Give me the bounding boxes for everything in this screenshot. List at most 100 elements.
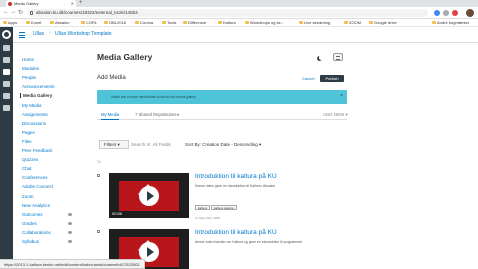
course-nav-item[interactable]: Assignments [22, 112, 48, 117]
bookmark-item[interactable]: Tools [162, 19, 176, 27]
bookmark-item[interactable]: Andre bogmærker [432, 19, 469, 27]
dashboard-icon[interactable] [3, 57, 10, 63]
profile-avatar[interactable] [466, 9, 474, 17]
new-tab-icon[interactable]: + [79, 0, 83, 7]
bookmark-item[interactable]: Kaltura [218, 19, 236, 27]
course-nav-item[interactable]: Home [22, 57, 34, 62]
tab-shared-repositories[interactable]: 7 Shared Repositories [135, 112, 176, 117]
media-title[interactable]: Introduktion til kaltura på KU [195, 229, 277, 236]
chevron-down-icon[interactable]: ▾ [177, 112, 179, 117]
info-alert: Select one or more media items to add to… [97, 90, 347, 104]
breadcrumb-course[interactable]: Ullas [33, 31, 44, 37]
course-nav-item[interactable]: Outcomes [22, 212, 43, 217]
course-nav-item[interactable]: Modules [22, 66, 39, 71]
course-nav-item[interactable]: Discussions [22, 121, 46, 126]
course-nav-item[interactable]: People [22, 75, 36, 80]
bookmark-item[interactable]: Apps [3, 19, 17, 27]
menu-toggle-icon[interactable] [19, 32, 25, 38]
extension-icon[interactable] [434, 10, 440, 16]
url-text: absalon.ku.dk/courses/18322/external_too… [36, 10, 138, 15]
extension-icon[interactable] [452, 10, 458, 16]
course-nav-item[interactable]: Peer Feedback [22, 148, 53, 153]
close-tab-icon[interactable]: ✕ [71, 0, 74, 7]
reload-icon[interactable]: ↻ [18, 9, 23, 16]
media-tabs: My Media 7 Shared Repositories ▾ ADD NEW… [97, 110, 348, 120]
course-nav-item[interactable]: Syllabus [22, 239, 39, 244]
bookmark-item[interactable]: Google drive [369, 19, 397, 27]
lock-icon [30, 11, 33, 15]
publish-button[interactable]: Publish [320, 75, 344, 82]
breadcrumb-page[interactable]: Ullas Workshop Template [55, 31, 112, 37]
select-checkbox[interactable] [97, 174, 100, 177]
bookmark-item[interactable]: ZOOM [344, 19, 361, 27]
sort-dropdown[interactable]: Sort By: Creation Date - Descending ▾ [185, 142, 261, 148]
global-navigation [0, 27, 13, 269]
add-new-label: ADD NEW [323, 112, 345, 117]
cancel-button[interactable]: Cancel [302, 76, 314, 81]
message-button[interactable] [333, 53, 343, 61]
browser-tab[interactable]: Media Gallery ✕ [6, 0, 76, 7]
forward-icon[interactable]: → [10, 9, 16, 15]
browser-tabstrip: Media Gallery ✕ + [0, 0, 478, 7]
course-nav-item[interactable]: Adobe Connect [22, 184, 53, 189]
course-nav-item[interactable]: Pages [22, 130, 35, 135]
course-header: Ullas › Ullas Workshop Template [13, 27, 478, 43]
help-icon[interactable] [3, 105, 10, 111]
course-nav-item[interactable]: Announcements [22, 84, 55, 89]
university-logo-icon[interactable] [2, 30, 11, 39]
visibility-icon [68, 230, 72, 234]
media-date: on May 29th, 2020 [195, 216, 220, 220]
bookmark-item[interactable]: Corona [135, 19, 153, 27]
course-nav-item[interactable]: Zoom [22, 194, 34, 199]
address-bar[interactable]: absalon.ku.dk/courses/18322/external_too… [28, 9, 428, 17]
tab-title: Media Gallery [14, 1, 39, 6]
bookmark-item[interactable]: Live streaming [299, 19, 330, 27]
course-nav-item[interactable]: Conferences [22, 175, 48, 180]
page-title: Media Gallery [97, 52, 153, 62]
course-nav-item[interactable]: Grades [22, 221, 37, 226]
tab-my-media[interactable]: My Media [101, 112, 120, 120]
bookmark-item[interactable]: Kunet [26, 19, 41, 27]
bookmark-item[interactable]: Absalon [50, 19, 69, 27]
main-content: Media Gallery Add Media Cancel Publish S… [88, 43, 478, 269]
filters-button[interactable]: Filters ▾ [99, 140, 129, 149]
course-nav-item[interactable]: Media Gallery [20, 93, 52, 99]
select-checkbox[interactable] [97, 230, 100, 233]
visibility-icon [68, 212, 72, 216]
bookmark-item[interactable]: Difference [183, 19, 206, 27]
bookmark-item[interactable]: OBL2018 [104, 19, 126, 27]
account-icon[interactable] [3, 45, 10, 51]
play-icon[interactable] [139, 186, 159, 206]
course-nav-item[interactable]: New Analytics [22, 203, 50, 208]
media-thumbnail[interactable]: 00:56 [109, 173, 189, 218]
visibility-icon [68, 240, 72, 243]
courses-icon[interactable] [3, 69, 10, 75]
visibility-icon [68, 221, 72, 225]
inbox-icon[interactable] [3, 93, 10, 99]
media-tag[interactable]: kaltura capture [211, 205, 237, 210]
dark-mode-icon[interactable] [317, 55, 323, 61]
result-count: 10 [97, 160, 101, 164]
search-input[interactable]: Search In: All Fields [131, 142, 171, 147]
link-status-bar: https://2013-1.kaltura.kenku.net/edit/co… [0, 259, 145, 269]
calendar-icon[interactable] [3, 81, 10, 87]
course-nav-item[interactable]: Quizzes [22, 157, 38, 162]
media-description: denne video handler om Kaltura og giver … [195, 240, 302, 244]
course-navigation: Home Modules People Announcements Media Gall… [13, 43, 73, 269]
bookmark-item[interactable]: Workshops og se... [245, 19, 284, 27]
add-new-button[interactable]: ADD NEW ▾ [323, 112, 348, 118]
alert-text: Select one or more media items to add to… [111, 95, 196, 99]
course-nav-item[interactable]: Chat [22, 166, 32, 171]
media-title[interactable]: Introduktion til kaltura på KU [195, 173, 277, 180]
sort-label: Sort By: Creation Date - Descending [185, 142, 258, 147]
extension-icon[interactable] [443, 10, 449, 16]
bookmark-item[interactable]: CORL [81, 19, 97, 27]
media-tag[interactable]: kaltura [195, 205, 211, 210]
back-icon[interactable]: ← [3, 9, 9, 15]
course-nav-item[interactable]: My Media [22, 103, 42, 108]
close-alert-icon[interactable]: × [340, 93, 343, 99]
course-nav-item[interactable]: Collaborations [22, 230, 51, 235]
add-media-heading: Add Media [97, 75, 126, 81]
course-nav-item[interactable]: Files [22, 139, 32, 144]
media-duration: 00:56 [112, 211, 123, 216]
